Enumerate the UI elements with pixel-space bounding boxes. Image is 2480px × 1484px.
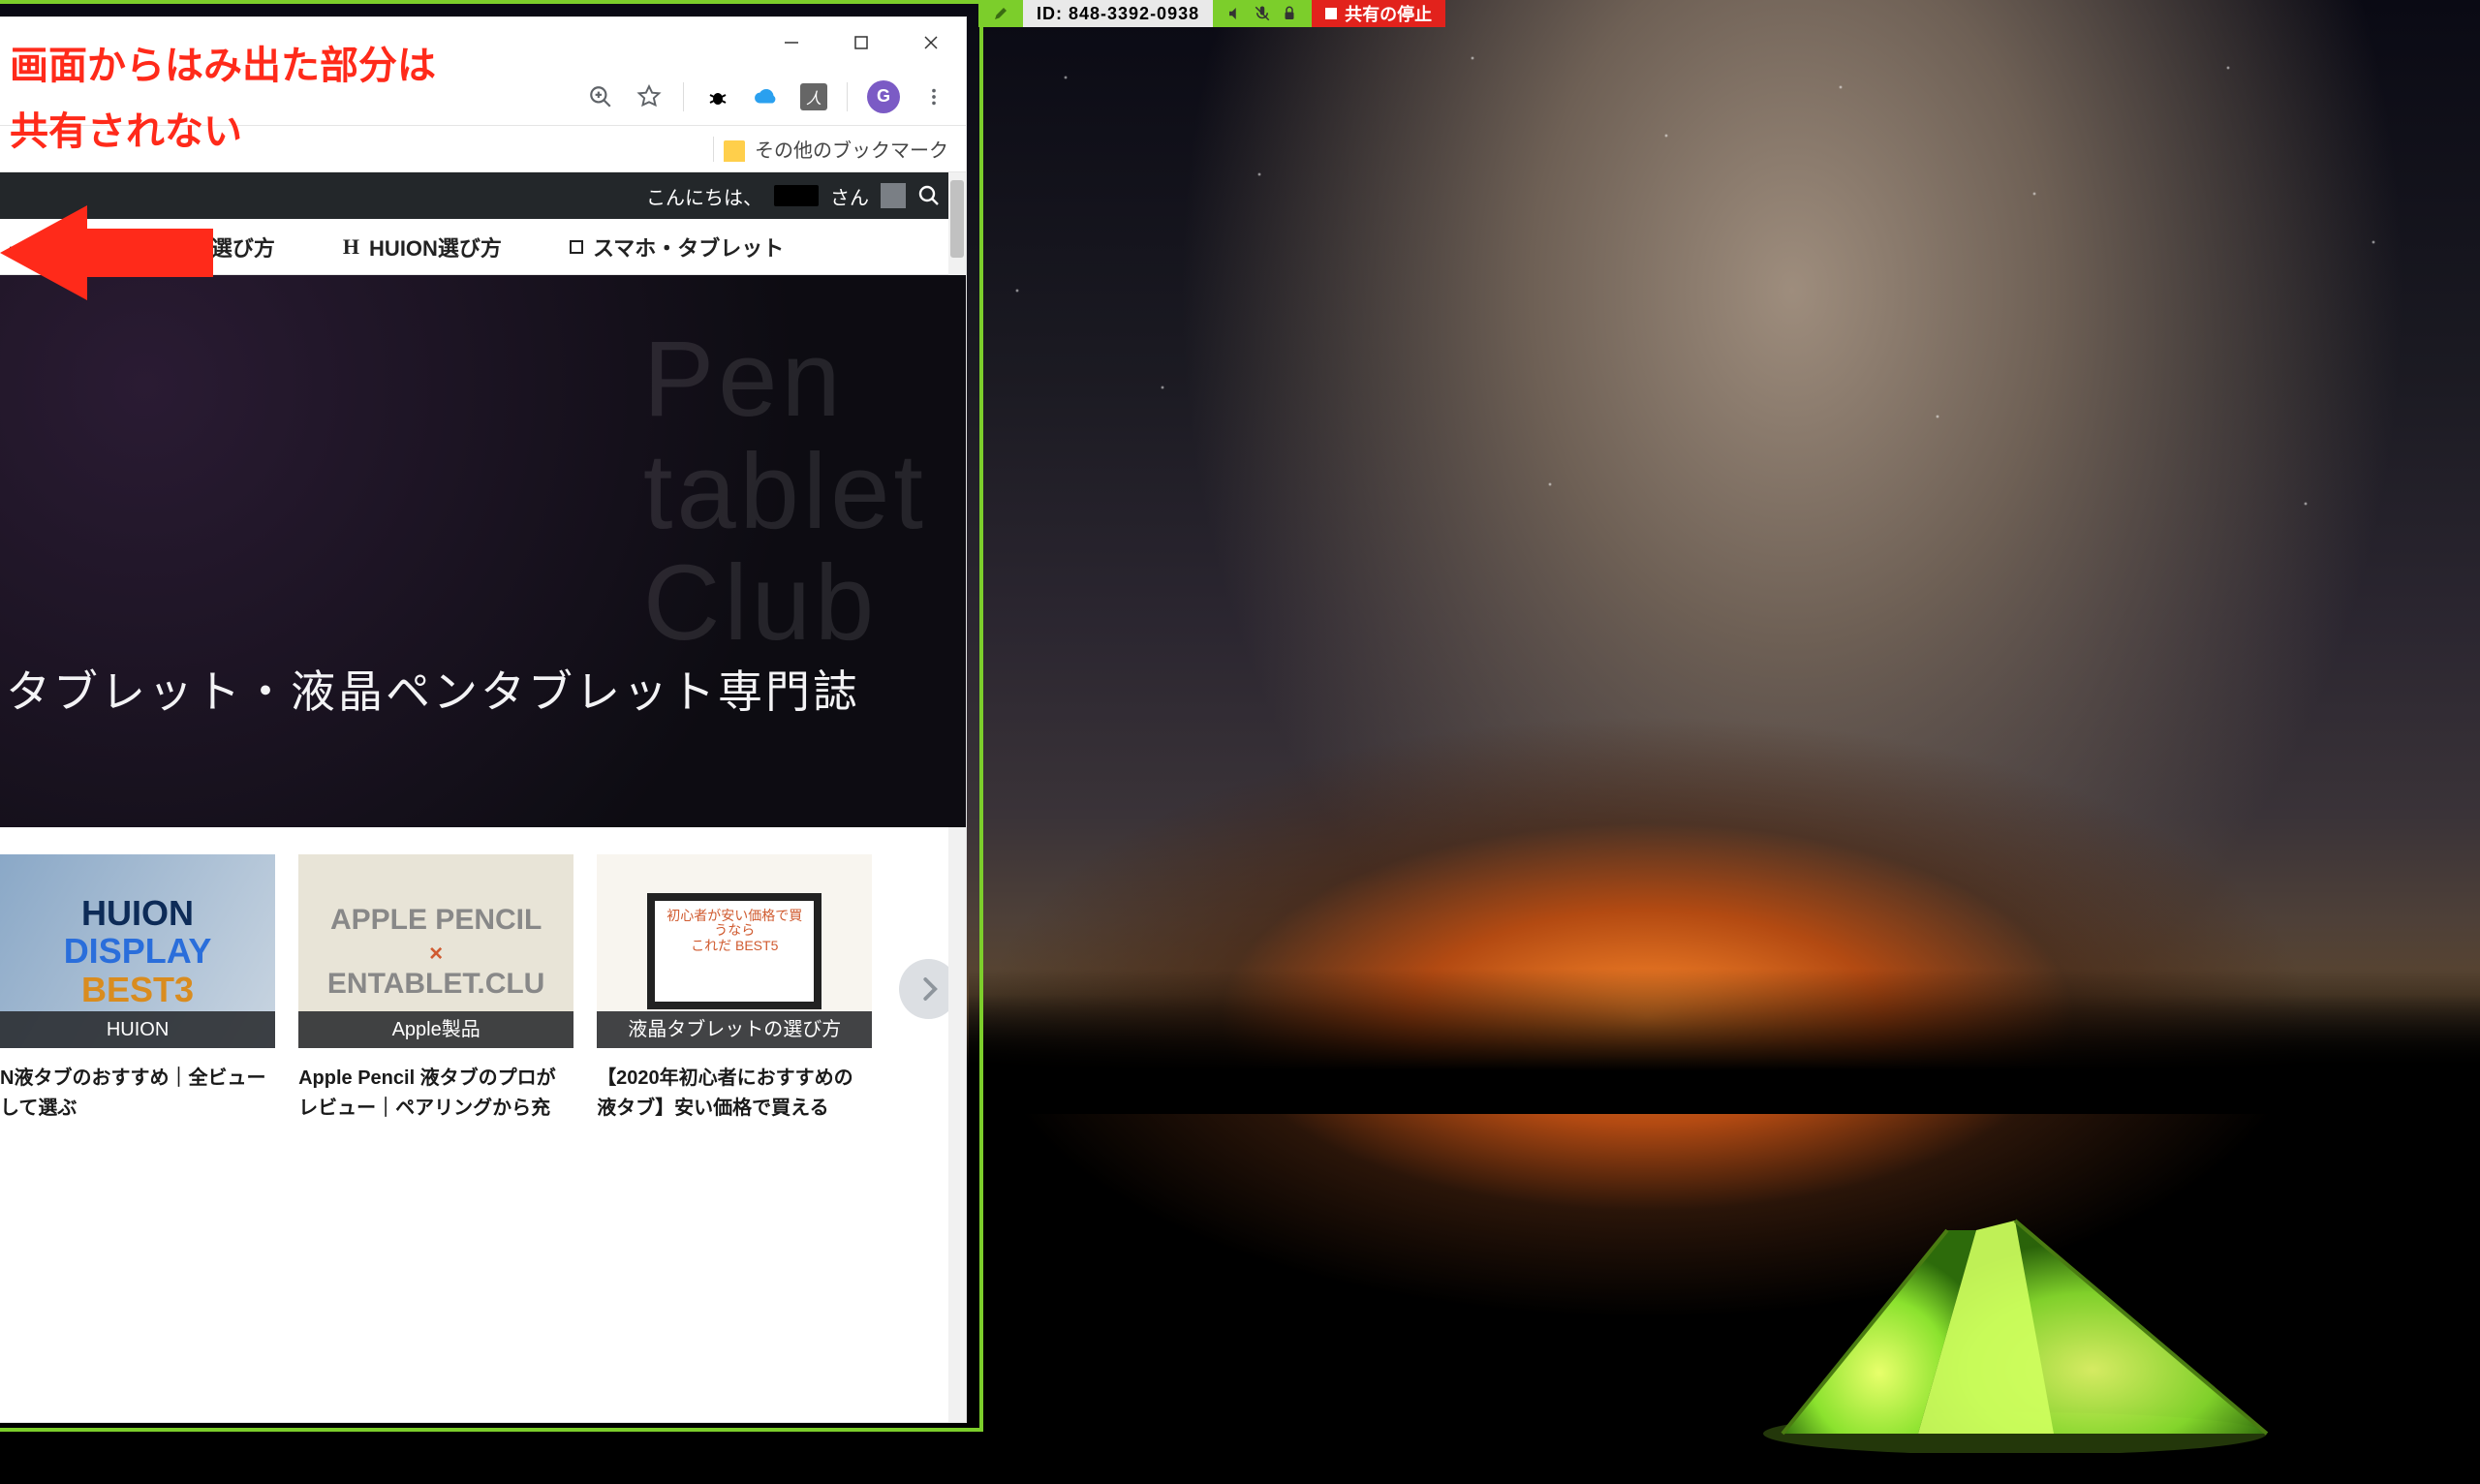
menu-label: スマホ・タブレット — [593, 232, 784, 263]
card-caption: Apple Pencil 液タブのプロがレビュー｜ペアリングから充 — [298, 1048, 574, 1124]
browser-toolbar: 人 G — [0, 68, 966, 126]
menu-item-huion[interactable]: H HUION選び方 — [343, 232, 502, 263]
bookmark-bar: その他のブックマーク — [0, 126, 966, 172]
user-avatar-icon[interactable] — [881, 183, 906, 208]
share-id-label: ID: 848-3392-0938 — [1023, 0, 1213, 27]
bookmark-star-icon[interactable] — [635, 82, 664, 111]
profile-avatar[interactable]: G — [867, 80, 900, 113]
card-apple-pencil[interactable]: APPLE PENCIL×ENTABLET.CLU Apple製品 Apple … — [298, 854, 574, 1124]
toolbar-divider — [847, 82, 848, 111]
menu-item-smartphone[interactable]: スマホ・タブレット — [570, 232, 784, 263]
stop-share-label: 共有の停止 — [1345, 1, 1432, 26]
search-icon[interactable] — [917, 184, 941, 207]
window-maximize-button[interactable] — [826, 17, 896, 68]
mic-icon[interactable] — [1254, 5, 1271, 22]
window-close-button[interactable] — [896, 17, 966, 68]
share-brush-icon[interactable] — [978, 0, 1023, 27]
card-badge: 液晶タブレットの選び方 — [597, 1011, 872, 1048]
menu-label: HUION選び方 — [369, 232, 502, 263]
window-titlebar[interactable] — [0, 17, 966, 68]
card-carousel: HUIONDISPLAYBEST3 HUION N液タブのおすすめ｜全ビューして… — [0, 827, 966, 1124]
zoom-icon[interactable] — [586, 82, 615, 111]
card-caption: 【2020年初心者におすすめの液タブ】安い価格で買える — [597, 1048, 872, 1124]
bookmark-divider — [713, 137, 714, 162]
toolbar-divider — [683, 82, 684, 111]
greeting-suffix: さん — [830, 182, 869, 210]
wallpaper-treeline — [969, 969, 2480, 1114]
card-huion[interactable]: HUIONDISPLAYBEST3 HUION N液タブのおすすめ｜全ビューして… — [0, 854, 275, 1124]
wallpaper-tent — [1724, 1201, 2306, 1453]
lock-icon[interactable] — [1281, 5, 1298, 22]
card-caption: N液タブのおすすめ｜全ビューして選ぶ — [0, 1048, 275, 1124]
stop-share-button[interactable]: 共有の停止 — [1312, 0, 1445, 27]
hero-tagline: タブレット・液晶ペンタブレット専門誌 — [0, 657, 860, 827]
card-badge: HUION — [0, 1011, 275, 1048]
huion-h-icon: H — [343, 234, 359, 260]
scrollbar-thumb[interactable] — [950, 180, 964, 258]
extension-pdf-icon[interactable]: 人 — [800, 83, 827, 110]
greeting-prefix: こんにちは、 — [646, 182, 762, 210]
extension-cloud-icon[interactable] — [752, 82, 781, 111]
hero-watermark: Pen tablet Club — [643, 324, 927, 660]
redacted-name — [774, 185, 819, 206]
card-badge: Apple製品 — [298, 1011, 574, 1048]
page-viewport: こんにちは、 さん ― XP-PEN選び方 H HUION選び方 スマホ・タブレ… — [0, 172, 966, 1422]
speaker-icon[interactable] — [1226, 5, 1244, 22]
card-beginner-tablet[interactable]: 初心者が安い価格で買うならこれだ BEST5 液晶タブレットの選び方 【2020… — [597, 854, 872, 1124]
other-bookmarks-label[interactable]: その他のブックマーク — [755, 135, 948, 163]
extension-bug-icon[interactable] — [703, 82, 732, 111]
hero-banner: Pen tablet Club タブレット・液晶ペンタブレット専門誌 — [0, 275, 966, 827]
share-control-bar: ID: 848-3392-0938 共有の停止 — [978, 0, 1445, 27]
annotation-arrow — [0, 200, 213, 306]
folder-icon — [724, 140, 745, 158]
kebab-menu-icon[interactable] — [919, 82, 948, 111]
window-minimize-button[interactable] — [757, 17, 826, 68]
square-icon — [570, 240, 583, 254]
